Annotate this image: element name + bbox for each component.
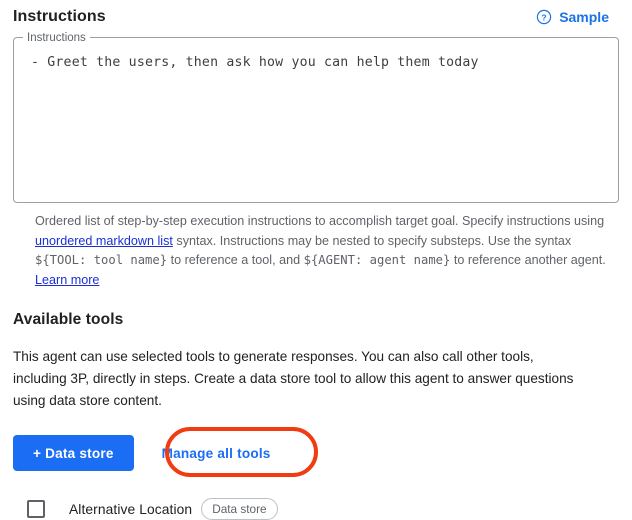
tool-syntax-code: ${TOOL: tool name} [35,253,168,267]
instructions-input[interactable] [13,37,619,203]
instructions-field[interactable]: Instructions [13,32,619,203]
agent-syntax-code: ${AGENT: agent name} [303,253,451,267]
tools-button-row: + Data store Manage all tools [13,427,619,477]
svg-text:?: ? [542,12,547,22]
sample-link-label: Sample [559,9,609,25]
unordered-markdown-list-link[interactable]: unordered markdown list [35,234,173,248]
helper-part-4: to reference another agent. [450,253,606,267]
learn-more-link[interactable]: Learn more [35,273,99,287]
instructions-helper-text: Ordered list of step-by-step execution i… [13,212,619,290]
helper-part-2: syntax. Instructions may be nested to sp… [172,233,572,248]
helper-part-3: to reference a tool, and [167,253,304,267]
helper-part-1: Ordered list of step-by-step execution i… [35,214,605,228]
available-tools-description: This agent can use selected tools to gen… [13,349,574,408]
instructions-panel: Instructions ? Sample Instructions Order… [0,0,632,520]
tool-checkbox[interactable] [27,500,45,518]
tool-name-label: Alternative Location [69,501,193,517]
section-header: Instructions ? Sample [13,0,619,30]
sample-link[interactable]: ? Sample [536,9,619,25]
page-title: Instructions [13,8,106,25]
manage-all-tools-button[interactable]: Manage all tools [146,435,287,471]
tool-type-chip: Data store [201,498,278,520]
add-data-store-button[interactable]: + Data store [13,435,134,471]
tool-list-item[interactable]: Alternative Location Data store [13,498,619,520]
available-tools-heading: Available tools [13,311,124,328]
help-circle-icon: ? [536,9,552,25]
